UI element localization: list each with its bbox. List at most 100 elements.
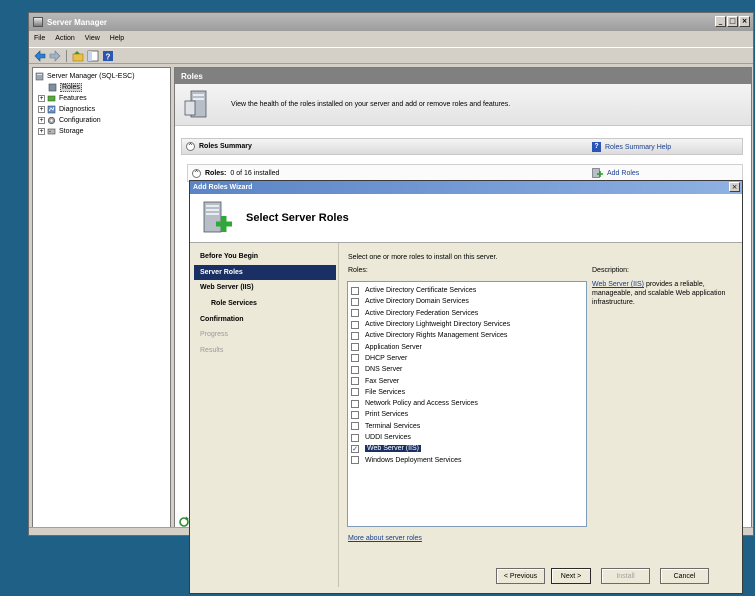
server-roles-icon	[184, 90, 207, 117]
step-before-you-begin[interactable]: Before You Begin	[194, 249, 336, 265]
step-server-roles[interactable]: Server Roles	[194, 264, 336, 281]
role-item[interactable]: Active Directory Lightweight Directory S…	[351, 319, 583, 330]
role-label: Active Directory Federation Services	[365, 309, 479, 317]
expand-icon[interactable]: +	[38, 106, 45, 113]
role-label: Active Directory Domain Services	[365, 298, 469, 306]
menu-help[interactable]: Help	[110, 35, 124, 42]
role-checkbox[interactable]	[351, 365, 359, 374]
role-item[interactable]: Active Directory Rights Management Servi…	[351, 330, 583, 341]
role-item[interactable]: File Services	[351, 387, 583, 398]
help-book-icon: ?	[592, 142, 601, 152]
role-checkbox[interactable]	[351, 456, 359, 465]
role-checkbox[interactable]	[351, 410, 359, 419]
tree-item-storage[interactable]: + Storage	[35, 126, 168, 137]
more-about-server-roles-link[interactable]: More about server roles	[348, 535, 422, 542]
show-hide-tree-icon[interactable]	[87, 50, 99, 62]
back-arrow-icon[interactable]	[34, 49, 46, 62]
menu-action[interactable]: Action	[55, 35, 74, 42]
roles-summary-header[interactable]: ^ Roles Summary ? Roles Summary Help	[181, 138, 743, 155]
role-item[interactable]: ✓ Web Server (IIS)	[351, 443, 583, 454]
role-checkbox[interactable]	[351, 354, 359, 363]
collapse-icon[interactable]: ^	[186, 142, 195, 151]
role-checkbox[interactable]	[351, 331, 359, 340]
role-item[interactable]: DHCP Server	[351, 353, 583, 364]
role-item[interactable]: UDDI Services	[351, 432, 583, 443]
collapse-icon[interactable]: ^	[192, 168, 201, 178]
step-results: Results	[200, 346, 224, 354]
step-role-services[interactable]: Role Services	[194, 296, 336, 312]
wizard-title-bar: Add Roles Wizard ×	[190, 181, 742, 194]
features-icon	[47, 95, 56, 102]
role-checkbox[interactable]	[351, 309, 359, 318]
role-label: Fax Server	[365, 377, 400, 385]
forward-arrow-icon[interactable]	[49, 49, 61, 62]
role-checkbox[interactable]	[351, 320, 359, 329]
menu-bar: File Action View Help	[29, 31, 753, 46]
role-checkbox[interactable]	[351, 422, 359, 431]
role-item[interactable]: Terminal Services	[351, 421, 583, 432]
role-checkbox[interactable]	[351, 343, 359, 352]
toolbar-separator	[66, 49, 67, 62]
navigation-tree: Server Manager (SQL-ESC) Roles + Feature…	[32, 67, 171, 532]
role-description: Web Server (IIS) provides a reliable, ma…	[592, 280, 738, 307]
roles-summary-title: Roles Summary	[199, 143, 252, 150]
role-item[interactable]: Active Directory Domain Services	[351, 296, 583, 307]
role-label: DHCP Server	[365, 354, 408, 362]
role-checkbox[interactable]	[351, 399, 359, 408]
maximize-button[interactable]: □	[727, 16, 738, 27]
add-roles-wizard-dialog: Add Roles Wizard × Select Server Roles B…	[189, 180, 743, 594]
role-item[interactable]: Print Services	[351, 409, 583, 420]
description-label: Description:	[592, 267, 629, 274]
wizard-close-button[interactable]: ×	[729, 182, 740, 192]
role-item[interactable]: DNS Server	[351, 364, 583, 375]
role-item[interactable]: Active Directory Federation Services	[351, 308, 583, 319]
close-button[interactable]: ×	[739, 16, 750, 27]
wizard-buttons: < Previous Next > Install Cancel	[496, 568, 709, 584]
next-button[interactable]: Next >	[551, 568, 591, 584]
configuration-icon	[47, 116, 56, 125]
roles-count: 0 of 16 installed	[230, 169, 280, 177]
pane-title: Roles	[175, 68, 751, 84]
previous-button[interactable]: < Previous	[496, 568, 545, 584]
expand-icon[interactable]: +	[38, 95, 45, 102]
menu-view[interactable]: View	[85, 35, 100, 42]
expand-icon[interactable]: +	[38, 128, 45, 135]
tree-item-diagnostics[interactable]: + Diagnostics	[35, 104, 168, 115]
roles-list-label: Roles:	[348, 267, 368, 274]
step-web-server-iis[interactable]: Web Server (IIS)	[194, 280, 336, 296]
role-item[interactable]: Active Directory Certificate Services	[351, 285, 583, 296]
role-item[interactable]: Fax Server	[351, 375, 583, 386]
step-progress: Progress	[200, 331, 229, 339]
install-button: Install	[601, 568, 650, 584]
roles-summary-help-link[interactable]: ? Roles Summary Help	[592, 142, 671, 152]
tree-item-roles[interactable]: Roles	[35, 82, 168, 93]
roles-icon	[48, 83, 57, 92]
window-title: Server Manager	[47, 17, 108, 27]
expand-icon[interactable]: +	[38, 117, 45, 124]
role-checkbox[interactable]	[351, 433, 359, 442]
role-item[interactable]: Application Server	[351, 341, 583, 352]
role-item[interactable]: Windows Deployment Services	[351, 454, 583, 465]
roles-intro-text: View the health of the roles installed o…	[231, 101, 511, 108]
window-controls: _ □ ×	[715, 16, 750, 27]
minimize-button[interactable]: _	[715, 16, 726, 27]
add-roles-icon	[592, 168, 603, 178]
cancel-button[interactable]: Cancel	[660, 568, 709, 584]
tree-item-configuration[interactable]: + Configuration	[35, 115, 168, 126]
tree-item-server-manager[interactable]: Server Manager (SQL-ESC)	[35, 71, 168, 82]
toolbar: ?	[29, 47, 753, 64]
role-checkbox[interactable]	[351, 286, 359, 295]
up-folder-icon[interactable]	[72, 50, 84, 62]
tree-item-features[interactable]: + Features	[35, 93, 168, 104]
role-item[interactable]: Network Policy and Access Services	[351, 398, 583, 409]
description-role-link[interactable]: Web Server (IIS)	[592, 281, 644, 288]
role-label: Terminal Services	[365, 422, 421, 430]
role-checkbox[interactable]: ✓	[351, 444, 359, 453]
step-confirmation[interactable]: Confirmation	[194, 311, 336, 327]
menu-file[interactable]: File	[34, 35, 45, 42]
role-checkbox[interactable]	[351, 297, 359, 306]
role-checkbox[interactable]	[351, 388, 359, 397]
add-roles-link[interactable]: Add Roles	[592, 168, 639, 178]
help-icon[interactable]: ?	[102, 50, 114, 62]
role-checkbox[interactable]	[351, 377, 359, 386]
